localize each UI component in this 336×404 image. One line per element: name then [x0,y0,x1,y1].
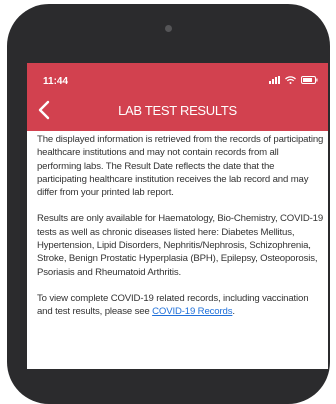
phone-frame: 11:44 LAB TEST RESULTS The displayed inf… [7,4,330,404]
paragraph-covid-records: To view complete COVID-19 related record… [37,292,324,319]
signal-icon [269,76,280,84]
app-screen: 11:44 LAB TEST RESULTS The displayed inf… [27,63,328,369]
paragraph-available-results: Results are only available for Haematolo… [37,213,324,278]
camera-dot [165,25,172,32]
wifi-icon [285,76,296,84]
covid-records-period: . [232,306,235,318]
header-bar: 11:44 LAB TEST RESULTS [27,63,328,131]
page-title: LAB TEST RESULTS [118,103,237,118]
covid-records-link[interactable]: COVID-19 Records [152,306,232,317]
status-icons [269,76,318,84]
status-time: 11:44 [43,76,69,87]
paragraph-data-source: The displayed information is retrieved f… [37,134,324,199]
disclaimer-content: The displayed information is retrieved f… [37,133,324,332]
battery-icon [301,76,318,84]
